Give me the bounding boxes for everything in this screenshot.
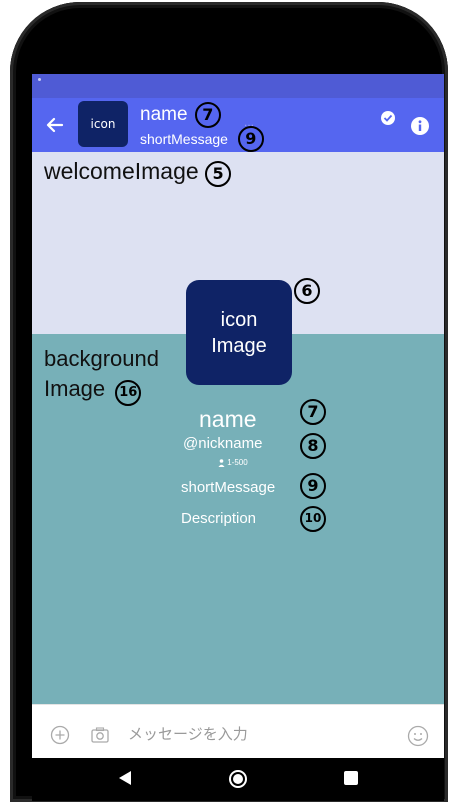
profile-short-message: shortMessage bbox=[181, 479, 276, 496]
header-avatar[interactable]: icon bbox=[78, 101, 128, 147]
arrow-left-icon[interactable] bbox=[44, 114, 66, 136]
header-avatar-label: icon bbox=[90, 117, 116, 131]
icon-image-badge: 6 bbox=[294, 278, 320, 304]
person-icon bbox=[218, 459, 225, 467]
app-screen: icon name 7 shortMessage 9 … welcomeImag… bbox=[32, 74, 444, 774]
member-count-text: 1-500 bbox=[227, 458, 248, 467]
check-circle-icon[interactable] bbox=[380, 110, 396, 126]
background-badge: 16 bbox=[115, 380, 142, 406]
icon-image-line2: Image bbox=[211, 334, 267, 357]
smiley-icon[interactable] bbox=[407, 725, 429, 747]
header-name-text: name bbox=[140, 104, 188, 125]
background-label-line2-text: Image bbox=[44, 376, 106, 401]
welcome-image-label: welcomeImage 5 bbox=[44, 158, 232, 187]
background-image-label: background Image 16 bbox=[44, 344, 159, 406]
background-label-line1: background bbox=[44, 346, 159, 371]
plus-circle-icon[interactable] bbox=[50, 725, 70, 745]
message-input[interactable]: メッセージを入力 bbox=[128, 723, 248, 744]
icon-image-line1: icon bbox=[220, 308, 258, 331]
status-indicator-icon bbox=[38, 78, 41, 81]
welcome-badge: 5 bbox=[205, 161, 232, 187]
background-label-line2: Image 16 bbox=[44, 374, 159, 406]
header-short-message-text: shortMessage bbox=[140, 131, 228, 147]
square-recents-icon[interactable] bbox=[344, 771, 358, 785]
info-icon[interactable] bbox=[410, 116, 430, 136]
profile-nickname: @nickname bbox=[183, 435, 263, 452]
profile-nickname-badge: 8 bbox=[300, 433, 326, 459]
icon-image[interactable]: icon Image bbox=[186, 280, 292, 385]
profile-name: name bbox=[199, 406, 257, 432]
header-name: name 7 bbox=[140, 102, 221, 128]
profile-name-badge: 7 bbox=[300, 399, 326, 425]
camera-icon[interactable] bbox=[90, 725, 110, 745]
triangle-back-icon[interactable] bbox=[118, 770, 132, 786]
header-name-badge: 7 bbox=[194, 102, 221, 128]
profile-description-badge: 10 bbox=[300, 506, 326, 532]
welcome-image-text: welcomeImage bbox=[44, 158, 199, 184]
system-nav-bar bbox=[32, 758, 444, 801]
header-dots: … bbox=[244, 118, 254, 129]
circle-home-icon[interactable] bbox=[228, 769, 248, 789]
status-bar bbox=[32, 74, 444, 98]
chat-header: icon name 7 shortMessage 9 … bbox=[32, 98, 444, 152]
header-short-message: shortMessage 9 bbox=[140, 126, 264, 152]
profile-description: Description bbox=[181, 510, 257, 527]
profile-short-badge: 9 bbox=[300, 473, 326, 499]
member-count: 1-500 bbox=[218, 458, 248, 467]
header-short-badge: 9 bbox=[237, 126, 264, 152]
